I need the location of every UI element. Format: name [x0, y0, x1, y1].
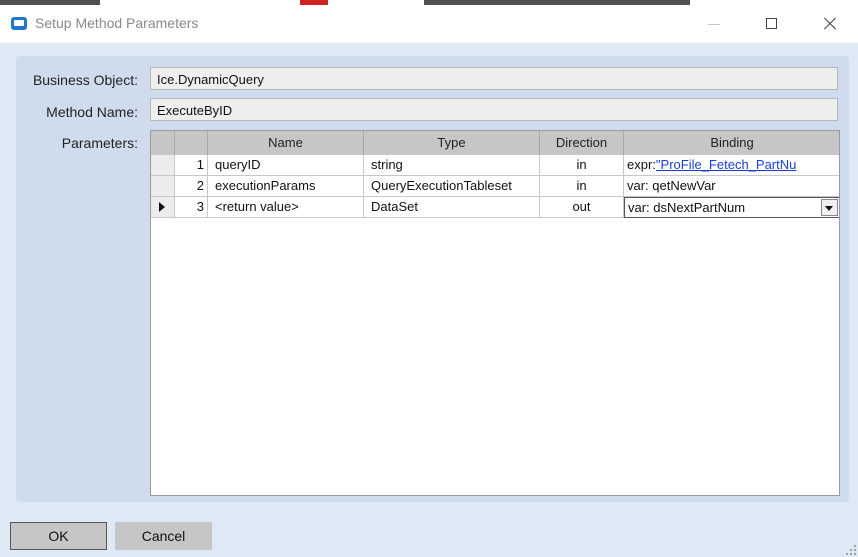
business-object-label: Business Object: — [32, 72, 138, 88]
method-name-label: Method Name: — [46, 104, 138, 120]
column-header-direction[interactable]: Direction — [540, 131, 624, 155]
param-direction-cell[interactable]: in — [540, 155, 624, 176]
param-direction-cell[interactable]: out — [540, 197, 624, 218]
row-selector[interactable] — [151, 176, 175, 197]
param-type-cell[interactable]: string — [364, 155, 540, 176]
row-number: 1 — [175, 155, 208, 176]
row-number-header — [175, 131, 208, 155]
cancel-button[interactable]: Cancel — [115, 522, 212, 550]
param-type-cell[interactable]: DataSet — [364, 197, 540, 218]
param-binding-cell[interactable]: var: qetNewVar — [624, 176, 839, 197]
title-bar[interactable]: Setup Method Parameters — [0, 5, 858, 43]
maximize-button[interactable] — [757, 9, 787, 39]
parameters-label: Parameters: — [61, 135, 138, 151]
binding-prefix: expr: — [627, 157, 656, 172]
window-title: Setup Method Parameters — [35, 15, 199, 31]
binding-expression-link[interactable]: "ProFile_Fetech_PartNu — [656, 157, 796, 172]
close-button[interactable] — [815, 9, 845, 39]
param-name-cell[interactable]: executionParams — [208, 176, 364, 197]
current-row-arrow-icon — [159, 202, 165, 212]
param-type-cell[interactable]: QueryExecutionTableset — [364, 176, 540, 197]
minimize-button[interactable] — [700, 9, 730, 39]
app-window-icon — [11, 17, 27, 30]
method-name-field[interactable]: ExecuteByID — [150, 98, 838, 121]
binding-prefix: var: — [627, 178, 649, 193]
business-object-field[interactable]: Ice.DynamicQuery — [150, 67, 838, 90]
row-selector[interactable] — [151, 155, 175, 176]
row-number: 3 — [175, 197, 208, 218]
param-binding-cell[interactable]: expr:"ProFile_Fetech_PartNu — [624, 155, 839, 176]
resize-grip-icon[interactable] — [846, 545, 856, 555]
parameters-grid[interactable]: Name Type Direction Binding 1 queryID st… — [150, 130, 840, 496]
param-name-cell[interactable]: queryID — [208, 155, 364, 176]
row-selector-current[interactable] — [151, 197, 175, 218]
param-name-cell[interactable]: <return value> — [208, 197, 364, 218]
column-header-name[interactable]: Name — [208, 131, 364, 155]
column-header-type[interactable]: Type — [364, 131, 540, 155]
row-selector-header — [151, 131, 175, 155]
binding-prefix: var: — [628, 200, 650, 215]
row-number: 2 — [175, 176, 208, 197]
binding-value: qetNewVar — [652, 178, 716, 193]
param-direction-cell[interactable]: in — [540, 176, 624, 197]
ok-button[interactable]: OK — [10, 522, 107, 550]
chevron-down-icon[interactable] — [821, 199, 838, 216]
param-binding-combo[interactable]: var: dsNextPartNum — [624, 197, 839, 218]
column-header-binding[interactable]: Binding — [624, 131, 839, 155]
binding-value: dsNextPartNum — [653, 200, 746, 215]
